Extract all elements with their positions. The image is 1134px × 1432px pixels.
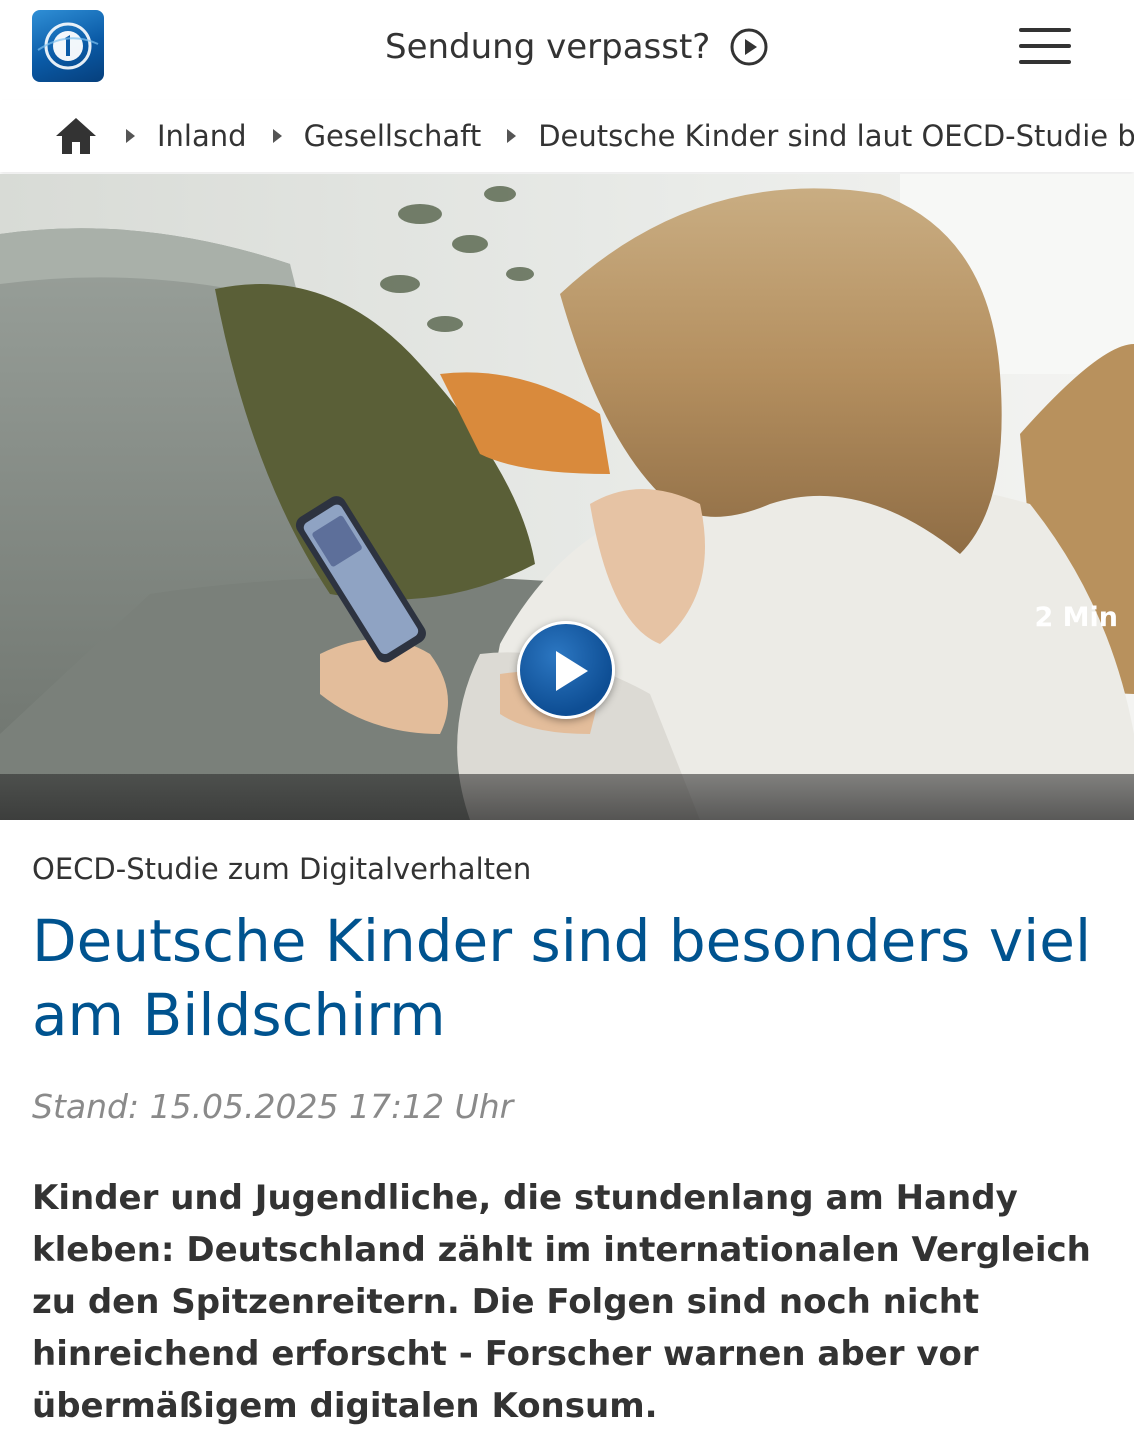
breadcrumb-link-inland[interactable]: Inland [157,119,247,153]
video-duration: 2 Min [1034,602,1118,633]
missed-broadcast-link[interactable]: Sendung verpasst? [385,22,768,72]
breadcrumb-link-gesellschaft[interactable]: Gesellschaft [304,119,482,153]
breadcrumb-item-current: Deutsche Kinder sind laut OECD-Studie be… [507,119,1134,153]
missed-broadcast-label: Sendung verpasst? [385,27,711,67]
chevron-right-icon [507,129,517,143]
breadcrumb: Inland Gesellschaft Deutsche Kinder sind… [0,100,1134,172]
chevron-right-icon [272,129,282,143]
hero-video[interactable] [0,174,1134,820]
breadcrumb-item-inland: Inland [126,119,273,153]
hamburger-menu-icon[interactable] [1019,28,1071,64]
play-circle-icon [730,28,768,66]
tagesschau-logo-icon[interactable] [32,10,104,82]
site-header: Sendung verpasst? [0,0,1134,94]
duration-overlay [0,774,1134,820]
article-timestamp: Stand: 15.05.2025 17:12 Uhr [32,1087,514,1126]
hero-image [0,174,1134,820]
breadcrumb-item-gesellschaft: Gesellschaft [272,119,508,153]
chevron-right-icon [126,129,135,143]
video-play-button[interactable] [517,621,615,719]
article-topline: OECD-Studie zum Digitalverhalten [32,852,532,886]
article-headline: Deutsche Kinder sind besonders viel am B… [32,907,1092,1049]
breadcrumb-current-page: Deutsche Kinder sind laut OECD-Studie be… [538,119,1134,153]
article-teaser: Kinder und Jugendliche, die stundenlang … [32,1178,1091,1426]
home-icon[interactable] [54,114,98,158]
